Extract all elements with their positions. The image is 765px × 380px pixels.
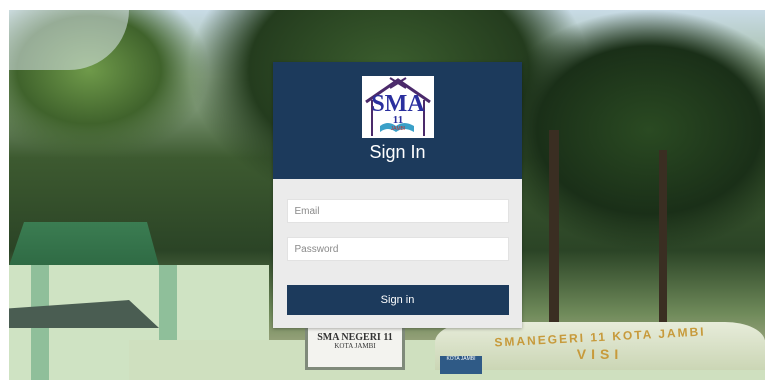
- logo-number: 11: [392, 114, 404, 126]
- building-roof: [9, 222, 159, 266]
- tree-trunk: [659, 150, 667, 340]
- logo-city: JAMBI: [390, 126, 406, 132]
- login-card: SMA 11 JAMBI Sign In Sign in: [273, 62, 522, 328]
- logo-text: SMA: [371, 91, 425, 117]
- login-header: SMA 11 JAMBI Sign In: [273, 62, 522, 179]
- tree-trunk: [549, 130, 559, 350]
- small-sign: KOTA JAMBI: [440, 356, 482, 374]
- login-form: Sign in: [273, 179, 522, 315]
- school-logo: SMA 11 JAMBI: [362, 76, 434, 138]
- sky: [9, 10, 129, 70]
- sign-line: KOTA JAMBI: [334, 342, 376, 351]
- sign-in-button[interactable]: Sign in: [286, 285, 509, 315]
- gate-sign: SMANEGERI 11 KOTA JAMBI VISI: [435, 322, 765, 370]
- password-field[interactable]: [286, 237, 509, 261]
- email-field[interactable]: [286, 199, 509, 223]
- page-title: Sign In: [369, 142, 426, 162]
